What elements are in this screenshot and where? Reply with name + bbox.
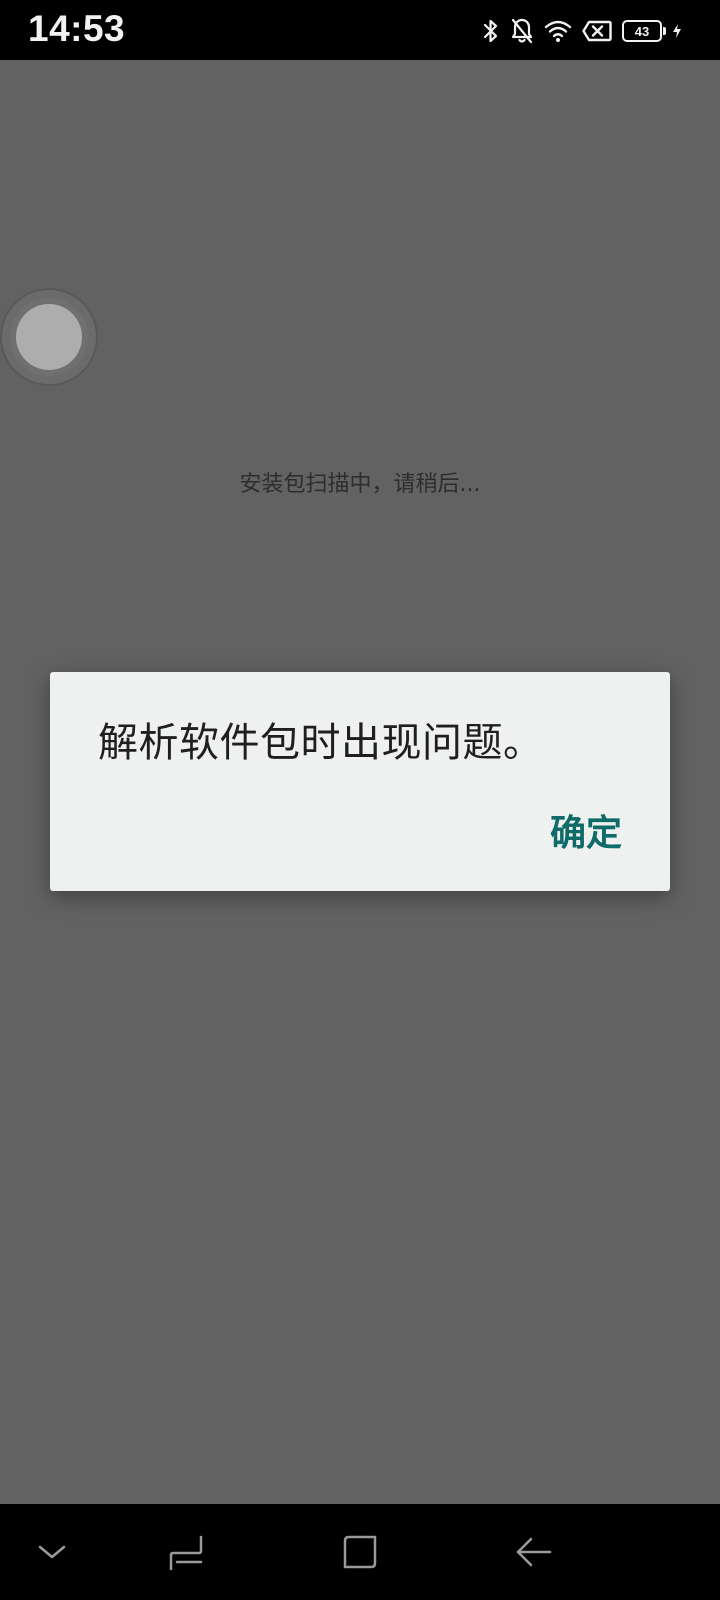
navigation-bar: [0, 1504, 720, 1600]
no-sim-icon: [582, 20, 612, 42]
hide-nav-chevron-icon[interactable]: [32, 1532, 72, 1572]
status-bar: 14:53 43: [0, 0, 720, 60]
bluetooth-icon: [482, 18, 500, 44]
notifications-off-icon: [510, 17, 534, 45]
scan-status-text: 安装包扫描中，请稍后...: [239, 472, 481, 497]
status-time: 14:53: [28, 8, 126, 49]
battery-level: 43: [634, 23, 650, 39]
dialog-message: 解析软件包时出现问题。: [98, 720, 544, 766]
status-icons: 43: [482, 16, 682, 46]
back-icon[interactable]: [514, 1532, 554, 1572]
recents-icon[interactable]: [166, 1532, 206, 1572]
parse-error-dialog: 解析软件包时出现问题。 确定: [50, 672, 670, 891]
charging-icon: [672, 23, 682, 39]
ok-button[interactable]: 确定: [550, 804, 622, 856]
floating-ball-core: [16, 304, 82, 370]
wifi-icon: [544, 19, 572, 43]
battery-icon: 43: [622, 20, 666, 42]
home-icon[interactable]: [340, 1532, 380, 1572]
floating-assistant-ball[interactable]: [2, 290, 96, 384]
